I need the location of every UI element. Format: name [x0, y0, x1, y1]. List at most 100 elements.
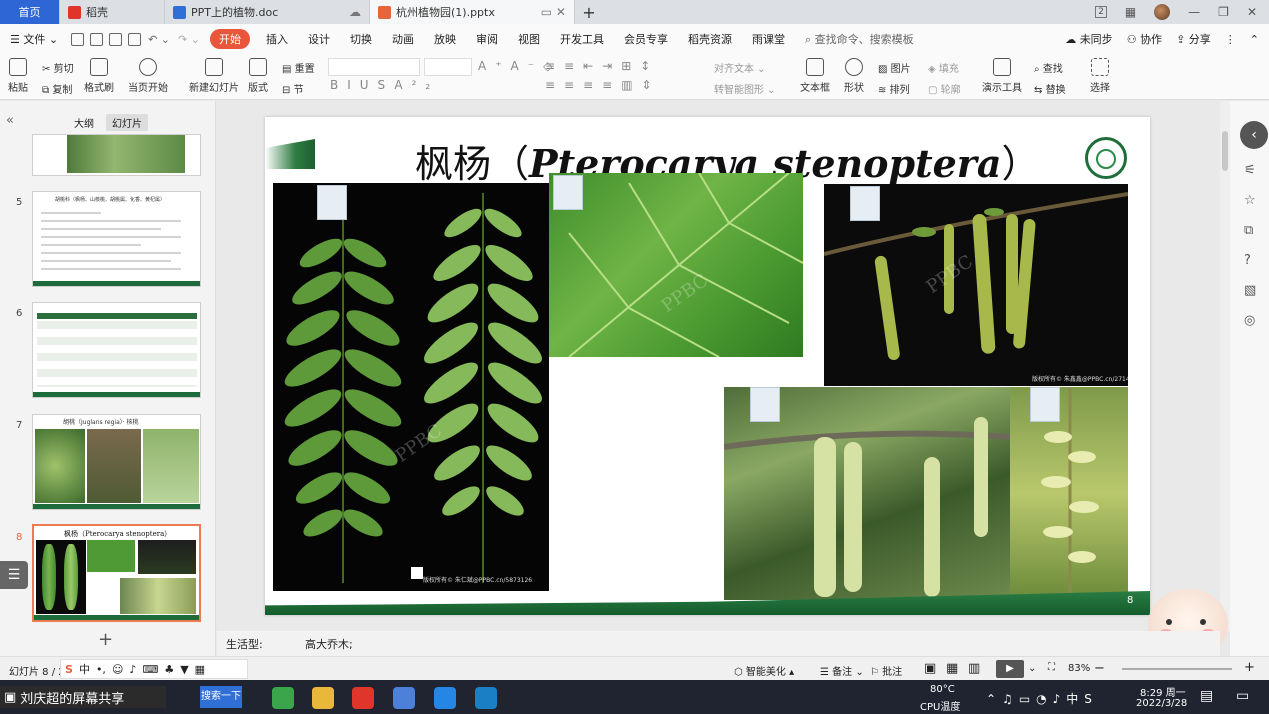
menu-design[interactable]: 设计	[298, 31, 340, 47]
tab-docer[interactable]: 稻壳	[60, 0, 165, 24]
picture-button[interactable]: ▨ 图片	[878, 60, 911, 75]
cut-button[interactable]: ✂ 剪切	[42, 60, 74, 75]
close-icon[interactable]: ✕	[1247, 5, 1257, 19]
current-slide[interactable]: 枫杨（Pterocarya stenoptera） PPBC 版权所有© 朱仁斌…	[265, 117, 1150, 615]
print-icon[interactable]	[109, 32, 123, 46]
menu-list-icon[interactable]: ☰	[0, 561, 28, 589]
scroll-thumb[interactable]	[1222, 131, 1228, 171]
undo-icon[interactable]: ↶ ⌄	[148, 33, 170, 46]
meeting-icon[interactable]	[434, 687, 456, 709]
emoji-icon[interactable]: ☺	[112, 663, 123, 676]
textbox-button[interactable]: 文本框	[800, 58, 830, 94]
window-count-badge[interactable]: 2	[1095, 6, 1107, 18]
zoom-slider[interactable]	[1122, 668, 1232, 670]
avatar[interactable]	[1154, 4, 1171, 20]
smart-beautify-button[interactable]: ⬡ 智能美化 ▴	[734, 663, 794, 678]
menu-developer[interactable]: 开发工具	[550, 31, 614, 47]
cloud-icon[interactable]: ☁	[349, 5, 361, 19]
tray-icons[interactable]: ⌃♫▭◔♪中S	[986, 690, 1098, 707]
image-tools-icon[interactable]: ▧	[1244, 283, 1256, 298]
save-icon[interactable]	[71, 32, 85, 46]
punctuation-icon[interactable]: •,	[96, 663, 106, 676]
location-icon[interactable]: ◎	[1244, 313, 1255, 328]
add-slide-button[interactable]: +	[98, 629, 113, 650]
chevron-left-icon[interactable]: ‹	[1240, 121, 1268, 149]
slide-thumbnail-4[interactable]	[32, 134, 201, 176]
leaf-closeup-photo[interactable]: PPBC	[549, 173, 803, 357]
tab-ppt-file[interactable]: 杭州植物园(1).pptx ▭ ✕	[370, 0, 575, 24]
menu-rain-classroom[interactable]: 雨课堂	[742, 31, 795, 47]
zoom-in-icon[interactable]: +	[1244, 660, 1255, 675]
notes-pane[interactable]: 生活型: 高大乔木;	[217, 631, 1220, 656]
help-icon[interactable]: ?	[1244, 253, 1251, 268]
qq-icon[interactable]	[393, 687, 415, 709]
collapse-panel-icon[interactable]: «	[6, 113, 14, 128]
menu-slideshow[interactable]: 放映	[424, 31, 466, 47]
layout-button[interactable]: 版式	[248, 58, 268, 94]
shape-button[interactable]: 形状	[844, 58, 864, 94]
tab-home[interactable]: 首页	[0, 0, 60, 24]
menu-view[interactable]: 视图	[508, 31, 550, 47]
more-icon[interactable]: ⋮	[1225, 33, 1236, 46]
folder-icon[interactable]	[312, 687, 334, 709]
select-button[interactable]: 选择	[1090, 58, 1110, 94]
catkins-photo[interactable]: PPBC 版权所有© 朱鑫鑫@PPBC.cn/2714090	[824, 184, 1128, 386]
minimize-icon[interactable]: —	[1188, 5, 1200, 19]
arrange-button[interactable]: ≋ 排列	[878, 81, 910, 96]
fruit-closeup-photo[interactable]	[1010, 387, 1128, 600]
outline-button[interactable]: ▢ 轮廓	[928, 81, 961, 96]
menu-member[interactable]: 会员专享	[614, 31, 678, 47]
show-desktop-icon[interactable]: ▭	[1236, 688, 1249, 704]
clock-time[interactable]: 8:29 周一	[1140, 684, 1186, 699]
font-family-select[interactable]	[328, 58, 420, 76]
sync-button[interactable]: ☁ 未同步	[1065, 31, 1113, 47]
section-button[interactable]: ⊟ 节	[282, 81, 304, 96]
play-current-button[interactable]: 当页开始	[128, 58, 168, 94]
export-icon[interactable]	[90, 32, 104, 46]
mic-icon[interactable]: ♪	[129, 663, 136, 676]
shirt-icon[interactable]: ▼	[180, 663, 188, 676]
replace-button[interactable]: ⇆ 替换	[1034, 81, 1066, 96]
chinese-mode-icon[interactable]: 中	[79, 661, 90, 677]
menu-review[interactable]: 审阅	[466, 31, 508, 47]
redo-icon[interactable]: ↷ ⌄	[178, 33, 200, 46]
menu-insert[interactable]: 插入	[256, 31, 298, 47]
clock-date[interactable]: 2022/3/28	[1136, 698, 1187, 709]
fit-window-icon[interactable]: ⛶	[1048, 662, 1055, 673]
browser-icon[interactable]	[272, 687, 294, 709]
reading-view-icon[interactable]: ▥	[968, 661, 980, 676]
collapse-ribbon-icon[interactable]: ⌃	[1250, 33, 1259, 46]
compound-leaf-photo[interactable]: PPBC 版权所有© 朱仁斌@PPBC.cn/5873126	[273, 183, 549, 591]
font-size-select[interactable]	[424, 58, 472, 76]
search-box[interactable]: 搜索一下	[200, 686, 242, 708]
tab-slides[interactable]: 幻灯片	[106, 114, 148, 131]
menu-docer-resources[interactable]: 稻壳资源	[678, 31, 742, 47]
presenter-icon[interactable]	[475, 687, 497, 709]
skin-icon[interactable]: ♣	[164, 663, 174, 676]
presentation-tools-button[interactable]: 演示工具	[982, 58, 1022, 94]
file-menu[interactable]: ☰ 文件 ⌄	[0, 31, 68, 47]
sogou-icon[interactable]: S	[65, 663, 73, 676]
new-tab-button[interactable]: +	[575, 0, 603, 24]
zoom-level[interactable]: 83%	[1068, 663, 1090, 674]
tab-outline[interactable]: 大纲	[68, 114, 100, 131]
screen-share-indicator[interactable]: ▣ 刘庆超的屏幕共享	[0, 686, 166, 708]
preview-icon[interactable]	[128, 32, 142, 46]
grid-icon[interactable]: ▦	[195, 663, 205, 676]
slide-thumbnail-5[interactable]: 胡桃科（枫杨、山核桃、胡桃属、化香、黄杞属）	[32, 191, 201, 287]
command-search[interactable]: ⌕ 查找命令、搜索模板	[795, 31, 924, 47]
settings-sliders-icon[interactable]: ⚟	[1244, 163, 1256, 178]
to-smartart-button[interactable]: 转智能图形 ⌄	[714, 81, 776, 96]
slide-thumbnail-7[interactable]: 胡桃（Juglans regia）· 核桃	[32, 414, 201, 510]
copy-button[interactable]: ⧉ 复制	[42, 81, 72, 96]
slideshow-dropdown-icon[interactable]: ⌄	[1028, 663, 1036, 674]
share-button[interactable]: ⇪ 分享	[1176, 31, 1211, 47]
notes-button[interactable]: ☰ 备注 ⌄	[820, 663, 864, 678]
zoom-out-icon[interactable]: −	[1094, 661, 1105, 676]
reset-button[interactable]: ▤ 重置	[282, 60, 315, 75]
star-icon[interactable]: ☆	[1244, 193, 1256, 208]
alignment-icons[interactable]: ≡≡≡≡▥⇕	[545, 78, 661, 92]
normal-view-icon[interactable]: ▣	[924, 661, 936, 676]
find-button[interactable]: ⌕ 查找	[1034, 60, 1063, 75]
font-style-icons[interactable]: BIUSA²₂	[330, 78, 439, 92]
